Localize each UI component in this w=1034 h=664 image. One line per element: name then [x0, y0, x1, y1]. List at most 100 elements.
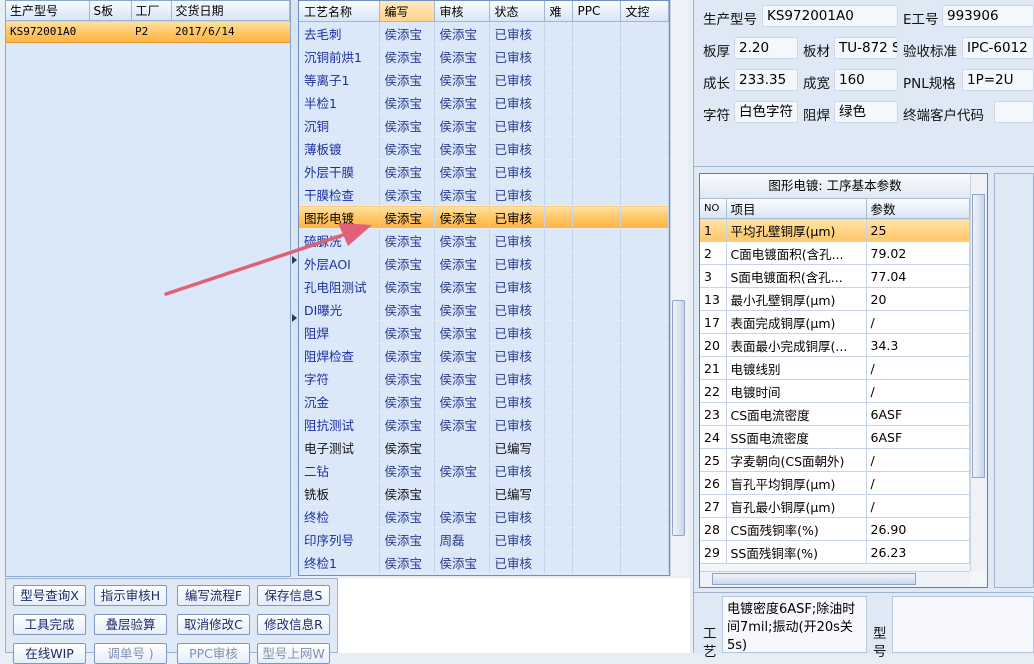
field-pnl[interactable]: 1P=2U: [962, 69, 1034, 91]
col-header-sboard[interactable]: S板: [89, 1, 132, 21]
table-row[interactable]: 2 C面电镀面积(含孔... 79.02: [700, 241, 970, 265]
table-row[interactable]: 终检1 侯添宝 侯添宝 已审核: [299, 550, 669, 574]
cell-doc-control: [620, 389, 669, 413]
field-width[interactable]: 160: [834, 69, 898, 91]
field-length[interactable]: 233.35: [734, 69, 798, 91]
field-char[interactable]: 白色字符: [734, 101, 798, 123]
cell-status: 已审核: [489, 113, 545, 137]
field-model[interactable]: KS972001A0: [762, 5, 898, 27]
table-row[interactable]: 13 最小孔壁铜厚(μm) 20: [700, 287, 970, 311]
table-row[interactable]: 28 CS面残铜率(%) 26.90: [700, 517, 970, 541]
table-row[interactable]: 阻焊检查 侯添宝 侯添宝 已审核: [299, 343, 669, 367]
table-row[interactable]: 阻焊 侯添宝 侯添宝 已审核: [299, 320, 669, 344]
cell-no: 2: [700, 241, 727, 265]
cell-ppc: [572, 205, 621, 229]
table-row[interactable]: 沉金 侯添宝 侯添宝 已审核: [299, 389, 669, 413]
table-row[interactable]: 薄板镀 侯添宝 侯添宝 已审核: [299, 136, 669, 160]
field-material[interactable]: TU-872 S: [834, 37, 898, 59]
cell-difficulty: [544, 182, 573, 206]
table-row[interactable]: 外层干膜 侯添宝 侯添宝 已审核: [299, 159, 669, 183]
process-note-text[interactable]: 电镀密度6ASF;除油时间7mil;振动(开20s关5s): [722, 596, 867, 653]
action-button-11[interactable]: 型号上网W: [257, 643, 330, 664]
table-row[interactable]: 铣板 侯添宝 已编写: [299, 481, 669, 505]
table-row[interactable]: 1 平均孔壁铜厚(μm) 25: [700, 218, 970, 242]
table-row[interactable]: 沉铜 侯添宝 侯添宝 已审核: [299, 113, 669, 137]
col-header-no[interactable]: NO: [700, 199, 727, 219]
table-row[interactable]: 二钻 侯添宝 侯添宝 已审核: [299, 458, 669, 482]
action-button-1[interactable]: 指示审核H: [94, 585, 167, 606]
table-row[interactable]: 20 表面最小完成铜厚(... 34.3: [700, 333, 970, 357]
col-header-reviewer[interactable]: 审核: [434, 1, 490, 22]
scrollbar-thumb[interactable]: [712, 573, 916, 585]
action-button-5[interactable]: 叠层验算: [94, 614, 167, 635]
field-mask[interactable]: 绿色: [834, 101, 898, 123]
action-button-10[interactable]: PPC审核: [177, 643, 250, 664]
table-row[interactable]: 沉铜前烘1 侯添宝 侯添宝 已审核: [299, 44, 669, 68]
cell-process-name: 终检1: [299, 550, 380, 574]
field-standard[interactable]: IPC-6012 I: [962, 37, 1034, 59]
table-row[interactable]: 25 字麦朝向(CS面朝外) /: [700, 448, 970, 472]
table-row[interactable]: 22 电镀时间 /: [700, 379, 970, 403]
cell-value: 25: [866, 218, 970, 242]
col-header-model[interactable]: 生产型号: [6, 1, 90, 21]
table-row[interactable]: 27 盲孔最小铜厚(μm) /: [700, 494, 970, 518]
table-row[interactable]: 字符 侯添宝 侯添宝 已审核: [299, 366, 669, 390]
field-eng-no[interactable]: 993906: [942, 5, 1034, 27]
cell-process-name: 干膜检查: [299, 182, 380, 206]
col-header-writer[interactable]: 编写: [379, 1, 435, 22]
cell-value: 6ASF: [866, 402, 970, 426]
col-header-difficulty[interactable]: 难: [544, 1, 573, 22]
cell-ppc: [572, 182, 621, 206]
field-customer-code[interactable]: [994, 101, 1034, 123]
table-row[interactable]: 17 表面完成铜厚(μm) /: [700, 310, 970, 334]
action-button-0[interactable]: 型号查询X: [13, 585, 86, 606]
table-row[interactable]: 终检 侯添宝 侯添宝 已审核: [299, 504, 669, 528]
action-button-6[interactable]: 取消修改C: [177, 614, 250, 635]
col-header-date[interactable]: 交货日期: [171, 1, 290, 21]
col-header-factory[interactable]: 工厂: [131, 1, 172, 21]
scrollbar-thumb[interactable]: [972, 194, 985, 478]
cell-reviewer: 侯添宝: [434, 251, 490, 275]
col-header-ppc[interactable]: PPC: [572, 1, 621, 22]
scrollbar-thumb[interactable]: [672, 300, 685, 536]
table-row[interactable]: 去毛刺 侯添宝 侯添宝 已审核: [299, 21, 669, 45]
col-header-item[interactable]: 项目: [726, 199, 867, 219]
table-row[interactable]: 26 盲孔平均铜厚(μm) /: [700, 471, 970, 495]
cell-ppc: [572, 389, 621, 413]
label-customer-code: 终端客户代码: [903, 108, 984, 124]
action-button-7[interactable]: 修改信息R: [257, 614, 330, 635]
table-row[interactable]: 电子测试 侯添宝 已编写: [299, 435, 669, 459]
model-note-field[interactable]: [892, 596, 1034, 653]
splitter-arrow-icon[interactable]: [292, 314, 297, 322]
action-button-8[interactable]: 在线WIP: [13, 643, 86, 664]
cell-doc-control: [620, 481, 669, 505]
cell-no: 27: [700, 494, 727, 518]
action-button-9[interactable]: 调单号 ): [94, 643, 167, 664]
table-row[interactable]: 印序列号 侯添宝 周磊 已审核: [299, 527, 669, 551]
table-row[interactable]: 3 S面电镀面积(含孔... 77.04: [700, 264, 970, 288]
cell-writer: 侯添宝: [379, 504, 435, 528]
table-row[interactable]: 等离子1 侯添宝 侯添宝 已审核: [299, 67, 669, 91]
table-row[interactable]: 24 SS面电流密度 6ASF: [700, 425, 970, 449]
field-thickness[interactable]: 2.20: [734, 37, 798, 59]
col-header-doc-control[interactable]: 文控: [620, 1, 669, 22]
divider: [694, 166, 1034, 167]
col-header-process-name[interactable]: 工艺名称: [299, 1, 380, 22]
table-row[interactable]: 干膜检查 侯添宝 侯添宝 已审核: [299, 182, 669, 206]
table-row[interactable]: 阻抗测试 侯添宝 侯添宝 已审核: [299, 412, 669, 436]
table-row[interactable]: KS972001A0 P2 2017/6/14: [6, 20, 290, 43]
table-row[interactable]: 半检1 侯添宝 侯添宝 已审核: [299, 90, 669, 114]
order-grid: 生产型号 S板 工厂 交货日期 KS972001A0 P2 2017/6/14: [6, 1, 290, 43]
col-header-status[interactable]: 状态: [489, 1, 545, 22]
action-button-3[interactable]: 保存信息S: [257, 585, 330, 606]
cell-doc-control: [620, 21, 669, 45]
cell-value: /: [866, 448, 970, 472]
table-row[interactable]: 23 CS面电流密度 6ASF: [700, 402, 970, 426]
cell-writer: 侯添宝: [379, 67, 435, 91]
cell-status: 已审核: [489, 389, 545, 413]
col-header-value[interactable]: 参数: [866, 199, 970, 219]
action-button-2[interactable]: 编写流程F: [177, 585, 250, 606]
table-row[interactable]: 29 SS面残铜率(%) 26.23: [700, 540, 970, 564]
table-row[interactable]: 21 电镀线别 /: [700, 356, 970, 380]
action-button-4[interactable]: 工具完成: [13, 614, 86, 635]
